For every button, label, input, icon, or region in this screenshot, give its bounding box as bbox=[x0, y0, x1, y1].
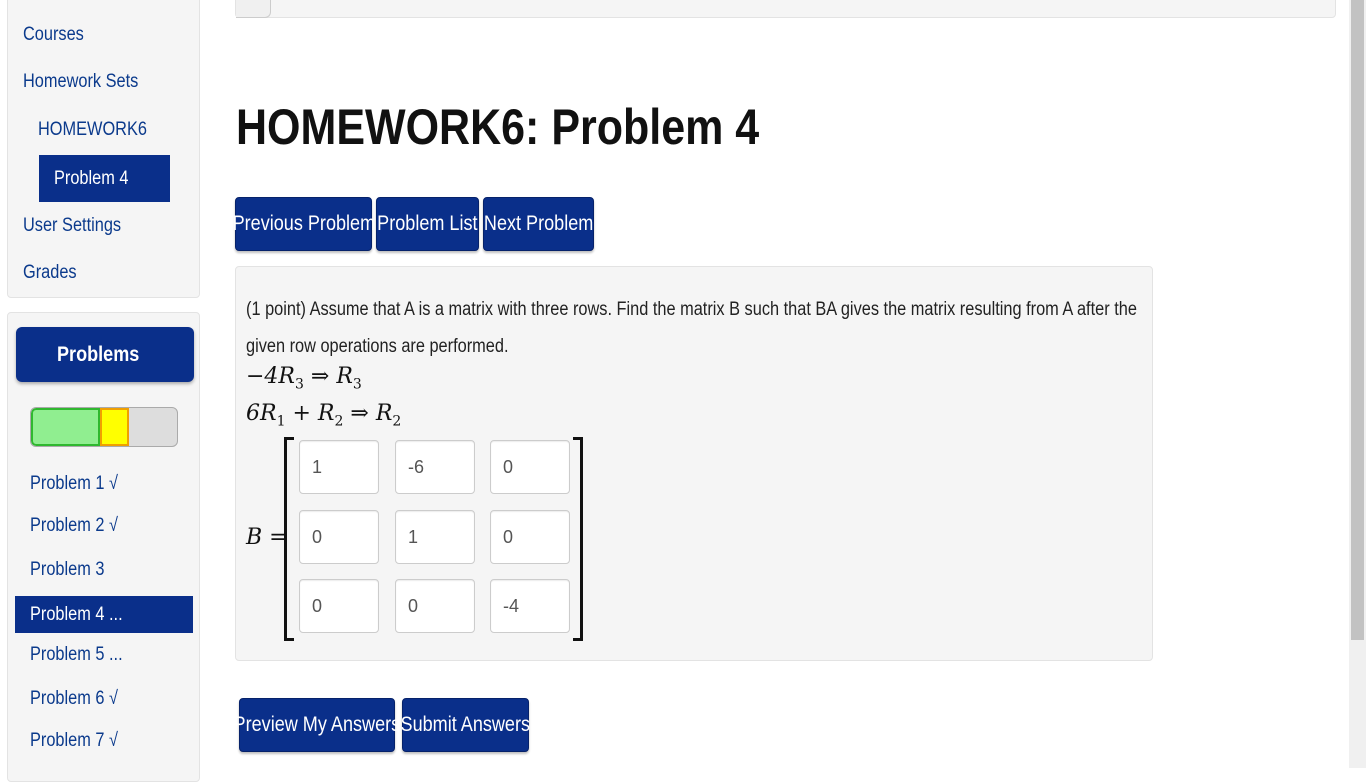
matrix-entry-r1c2[interactable] bbox=[395, 440, 475, 494]
preview-answers-button[interactable]: Preview My Answers bbox=[234, 698, 400, 752]
matrix-entry-r2c2[interactable] bbox=[395, 510, 475, 564]
problem-list-item-4-active[interactable]: Problem 4 ... bbox=[15, 596, 193, 633]
menu-toggle-button[interactable] bbox=[236, 0, 271, 18]
page-title: HOMEWORK6: Problem 4 bbox=[236, 99, 760, 155]
top-toolbar bbox=[235, 0, 1336, 18]
previous-problem-button[interactable]: Previous Problem bbox=[232, 197, 375, 251]
problem-list-item-5[interactable]: Problem 5 ... bbox=[30, 644, 138, 666]
nav-courses-link[interactable]: Courses bbox=[23, 24, 94, 46]
row-operation-2: 6R1 + R2 ⇒ R2 bbox=[246, 401, 402, 430]
matrix-right-bracket bbox=[573, 437, 583, 641]
problem-list-item-1[interactable]: Problem 1 √ bbox=[30, 473, 132, 495]
nav-current-problem-link[interactable]: Problem 4 bbox=[39, 155, 170, 202]
matrix-entry-r2c3[interactable] bbox=[490, 510, 570, 564]
problem-statement: (1 point) Assume that A is a matrix with… bbox=[246, 299, 1137, 357]
matrix-entry-r3c1[interactable] bbox=[299, 579, 379, 633]
next-problem-button[interactable]: Next Problem bbox=[483, 197, 594, 251]
nav-homework6-link[interactable]: HOMEWORK6 bbox=[38, 119, 165, 141]
matrix-entry-r2c1[interactable] bbox=[299, 510, 379, 564]
problem-list-item-7[interactable]: Problem 7 √ bbox=[30, 730, 132, 752]
problem-body: (1 point) Assume that A is a matrix with… bbox=[235, 266, 1153, 661]
matrix-entry-r3c2[interactable] bbox=[395, 579, 475, 633]
problem-list-item-6[interactable]: Problem 6 √ bbox=[30, 688, 132, 710]
matrix-entry-r1c3[interactable] bbox=[490, 440, 570, 494]
progress-bar bbox=[30, 407, 178, 447]
site-navigation: Courses Homework Sets HOMEWORK6 Problem … bbox=[7, 0, 200, 298]
progress-partial-segment bbox=[99, 408, 129, 446]
problems-header: Problems bbox=[16, 327, 194, 382]
page-scrollbar-thumb[interactable] bbox=[1351, 0, 1364, 640]
submit-answers-button[interactable]: Submit Answers bbox=[401, 698, 530, 752]
matrix-left-bracket bbox=[284, 437, 294, 641]
problem-list-item-3[interactable]: Problem 3 bbox=[30, 559, 117, 581]
matrix-label: B = bbox=[246, 525, 288, 550]
problem-list-item-2[interactable]: Problem 2 √ bbox=[30, 515, 132, 537]
problem-list-button[interactable]: Problem List bbox=[376, 197, 479, 251]
matrix-entry-r1c1[interactable] bbox=[299, 440, 379, 494]
matrix-entry-r3c3[interactable] bbox=[490, 579, 570, 633]
problems-panel: Problems Problem 1 √ Problem 2 √ Problem… bbox=[7, 312, 200, 782]
nav-homework-sets-link[interactable]: Homework Sets bbox=[23, 71, 157, 93]
nav-grades-link[interactable]: Grades bbox=[23, 262, 85, 284]
progress-correct-segment bbox=[31, 408, 100, 446]
nav-user-settings-link[interactable]: User Settings bbox=[23, 215, 137, 237]
row-operation-1: −4R3 ⇒ R3 bbox=[246, 364, 362, 393]
